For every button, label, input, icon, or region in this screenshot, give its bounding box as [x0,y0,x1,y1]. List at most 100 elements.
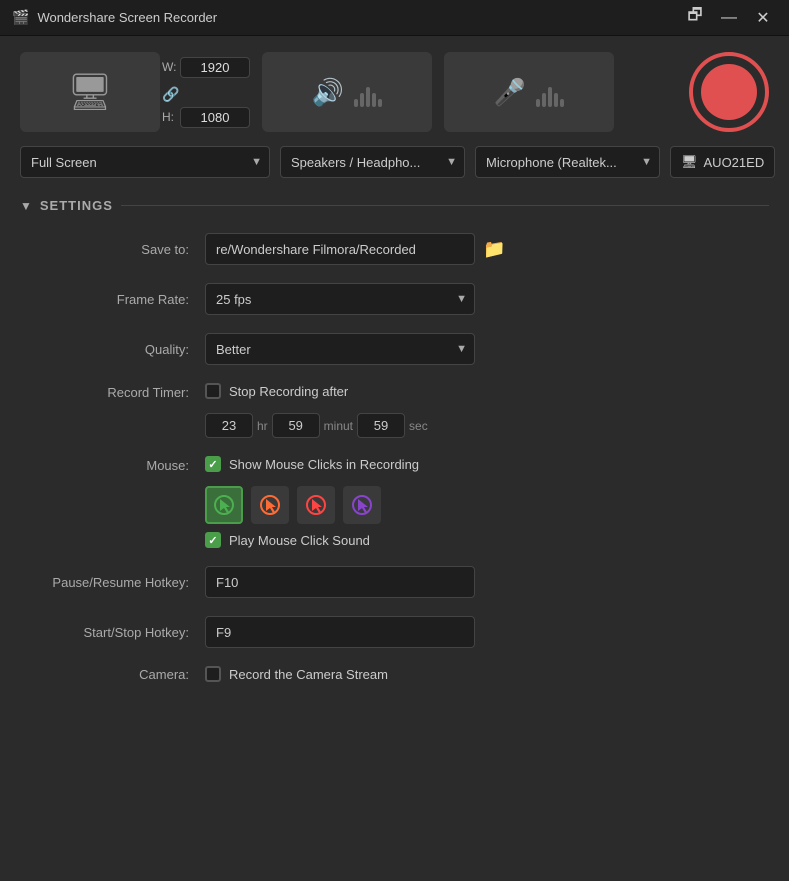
show-mouse-clicks-text: Show Mouse Clicks in Recording [229,457,419,472]
screen-type-wrapper: Full Screen Custom Area Target Window ▼ [20,146,270,178]
pause-hotkey-input[interactable] [205,566,475,598]
main-content: 🖥 W: 🔗 H: 🔊 [0,36,789,716]
camera-control: Record the Camera Stream [205,666,769,682]
quality-row: Quality: Better Good Best ▼ [30,333,769,365]
record-camera-label[interactable]: Record the Camera Stream [205,666,388,682]
quality-label: Quality: [30,342,205,357]
record-camera-checkbox[interactable] [205,666,221,682]
quality-select-wrapper: Better Good Best ▼ [205,333,475,365]
stop-recording-checkbox-label[interactable]: Stop Recording after [205,383,348,399]
frame-rate-control: 25 fps 30 fps 60 fps ▼ [205,283,769,315]
bar2 [360,93,364,107]
save-to-input[interactable] [205,233,475,265]
mic-select-wrapper: Microphone (Realtek... Default Microphon… [475,146,660,178]
app-icon: 🎬 [12,9,29,26]
restore-button[interactable]: 🗗 [681,4,709,32]
height-input[interactable] [180,107,250,128]
cursor-option-1[interactable] [205,486,243,524]
close-button[interactable]: ✕ [749,4,777,32]
pause-hotkey-label: Pause/Resume Hotkey: [30,575,205,590]
frame-rate-label: Frame Rate: [30,292,205,307]
record-timer-control: Stop Recording after hr minut sec [205,383,769,438]
mbar4 [554,93,558,107]
minimize-button[interactable]: — [715,4,743,32]
monitor-label: 🖥 AUO21ED [670,146,775,178]
dimensions-box: W: 🔗 H: [162,57,250,128]
timer-sec-unit: sec [409,419,428,433]
timer-sec-input[interactable] [357,413,405,438]
pause-hotkey-control [205,566,769,598]
cursor-option-2[interactable] [251,486,289,524]
timer-min-input[interactable] [272,413,320,438]
cursor-option-4[interactable] [343,486,381,524]
save-to-row: Save to: 📁 [30,233,769,265]
start-stop-hotkey-control [205,616,769,648]
timer-hr-input[interactable] [205,413,253,438]
show-mouse-clicks-label[interactable]: Show Mouse Clicks in Recording [205,456,419,472]
record-camera-text: Record the Camera Stream [229,667,388,682]
play-mouse-click-sound-checkbox[interactable] [205,532,221,548]
title-bar-controls: 🗗 — ✕ [681,4,777,32]
mbar5 [560,99,564,107]
speaker-select-wrapper: Speakers / Headpho... Default Speakers ▼ [280,146,465,178]
speaker-select[interactable]: Speakers / Headpho... Default Speakers [280,146,465,178]
timer-inputs: hr minut sec [205,413,428,438]
title-bar-left: 🎬 Wondershare Screen Recorder [12,9,217,26]
timer-hr-unit: hr [257,419,268,433]
record-button[interactable] [689,52,769,132]
folder-icon[interactable]: 📁 [483,239,505,260]
stop-recording-checkbox[interactable] [205,383,221,399]
mic-icon: 🎤 [494,77,526,108]
frame-rate-row: Frame Rate: 25 fps 30 fps 60 fps ▼ [30,283,769,315]
quality-select[interactable]: Better Good Best [205,333,475,365]
stop-recording-label: Stop Recording after [229,384,348,399]
bar1 [354,99,358,107]
settings-divider [121,205,769,206]
speaker-bars [354,77,382,107]
settings-collapse-arrow: ▼ [20,199,32,213]
mic-select[interactable]: Microphone (Realtek... Default Microphon… [475,146,660,178]
speaker-section: 🔊 [262,52,432,132]
link-row: 🔗 [162,86,250,103]
quality-control: Better Good Best ▼ [205,333,769,365]
height-label: H: [162,110,176,124]
cursor-option-3[interactable] [297,486,335,524]
mouse-row: Mouse: Show Mouse Clicks in Recording [30,456,769,548]
dropdown-row: Full Screen Custom Area Target Window ▼ … [20,146,769,178]
camera-label: Camera: [30,667,205,682]
record-timer-row: Record Timer: Stop Recording after hr mi… [30,383,769,438]
settings-header[interactable]: ▼ SETTINGS [20,198,769,213]
mbar3 [548,87,552,107]
camera-row: Camera: Record the Camera Stream [30,666,769,682]
record-timer-label: Record Timer: [30,383,205,400]
monitor-icon: 🖥 [681,154,698,170]
monitor-name: AUO21ED [704,155,765,170]
record-inner [701,64,757,120]
play-mouse-click-sound-label[interactable]: Play Mouse Click Sound [205,532,370,548]
screen-type-select[interactable]: Full Screen Custom Area Target Window [20,146,270,178]
mouse-cursors [205,486,381,524]
top-controls: 🖥 W: 🔗 H: 🔊 [20,52,769,132]
bar5 [378,99,382,107]
mic-section: 🎤 [444,52,614,132]
frame-rate-select-wrapper: 25 fps 30 fps 60 fps ▼ [205,283,475,315]
width-row: W: [162,57,250,78]
screen-preview-box: 🖥 [20,52,160,132]
save-to-control: 📁 [205,233,769,265]
show-mouse-clicks-checkbox[interactable] [205,456,221,472]
settings-body: Save to: 📁 Frame Rate: 25 fps 30 fps 60 … [20,233,769,682]
record-btn-area [689,52,769,132]
mouse-control: Show Mouse Clicks in Recording [205,456,769,548]
save-to-label: Save to: [30,242,205,257]
start-stop-hotkey-input[interactable] [205,616,475,648]
link-icon: 🔗 [162,86,179,103]
app-title: Wondershare Screen Recorder [37,10,217,25]
mbar1 [536,99,540,107]
mbar2 [542,93,546,107]
frame-rate-select[interactable]: 25 fps 30 fps 60 fps [205,283,475,315]
width-input[interactable] [180,57,250,78]
start-stop-hotkey-row: Start/Stop Hotkey: [30,616,769,648]
mic-bars [536,77,564,107]
timer-min-unit: minut [324,419,353,433]
pause-hotkey-row: Pause/Resume Hotkey: [30,566,769,598]
